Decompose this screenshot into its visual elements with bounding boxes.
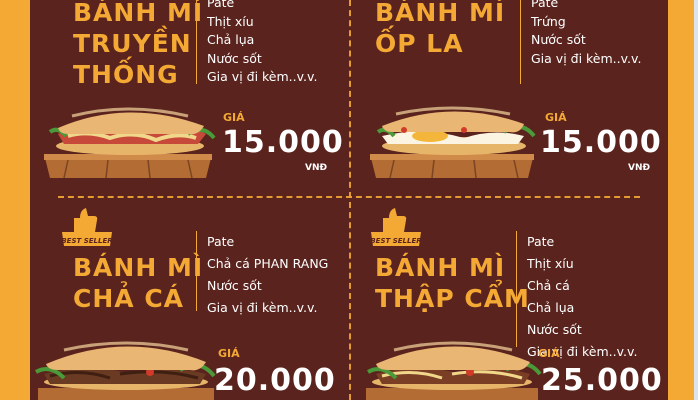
best-seller-badge: BEST SELLER xyxy=(370,208,422,246)
ingredient: Pate xyxy=(527,234,555,249)
ingredient: Chả lụa xyxy=(207,32,255,47)
ingredient: Thịt xíu xyxy=(527,256,574,271)
ingredient: Pate xyxy=(207,234,235,249)
ingredient: Trứng xyxy=(531,13,566,29)
ingredient: Pate xyxy=(207,0,235,10)
price-value: 15.000 xyxy=(222,125,344,160)
item-title-banh-mi-cha-ca: BÁNH MÌ CHẢ CÁ xyxy=(73,253,204,313)
price-value: 25.000 xyxy=(541,363,663,398)
price-label: GIÁ xyxy=(538,347,560,360)
ingredient: Thịt xíu xyxy=(207,13,254,29)
item-title-banh-mi-truyen-thong: BÁNH MÌ TRUYỀN THỐNG xyxy=(73,0,204,89)
price-value: 15.000 xyxy=(540,125,662,160)
ingredient: Nước sốt xyxy=(207,278,262,293)
ingredient: Nước sốt xyxy=(531,32,586,47)
ingredient: Pate xyxy=(531,0,559,10)
right-frame xyxy=(668,0,698,400)
ingredient: Chả cá xyxy=(527,278,570,293)
ingredient-list: Pate Thịt xíu Chả cá Chả lụa Nước sốt Gi… xyxy=(516,231,637,359)
sandwich-image xyxy=(35,341,216,400)
horizontal-divider xyxy=(58,196,640,198)
ingredient: Gia vị đi kèm..v.v. xyxy=(531,50,642,66)
currency-label: VNĐ xyxy=(628,163,651,173)
ingredient-list: Pate Thịt xíu Chả lụa Nước sốt Gia vị đi… xyxy=(196,0,317,84)
ingredient: Nước sốt xyxy=(207,50,262,66)
ingredient: Nước sốt xyxy=(527,322,582,337)
badge-label: BEST SELLER xyxy=(370,237,421,245)
price-label: GIÁ xyxy=(218,347,240,360)
vertical-divider xyxy=(349,0,351,400)
ingredient-list: Pate Chả cá PHAN RANG Nước sốt Gia vị đi… xyxy=(196,231,329,315)
ingredient-list: Pate Trứng Nước sốt Gia vị đi kèm..v.v. xyxy=(520,0,641,84)
sandwich-image xyxy=(370,106,536,179)
price-value: 20.000 xyxy=(214,363,336,398)
price-label: GIÁ xyxy=(545,111,567,124)
ingredient: Chả cá PHAN RANG xyxy=(207,256,329,271)
ingredient: Gia vị đi kèm..v.v. xyxy=(207,69,318,84)
item-title-banh-mi-op-la: BÁNH MÌ ỐP LA xyxy=(375,0,506,58)
currency-label: VNĐ xyxy=(305,163,328,173)
scroll-edge xyxy=(694,0,698,400)
sandwich-image xyxy=(44,107,216,179)
best-seller-badge: BEST SELLER xyxy=(61,208,113,246)
price-label: GIÁ xyxy=(223,111,245,124)
ingredient: Chả lụa xyxy=(527,300,575,315)
sandwich-image xyxy=(366,341,542,400)
badge-label: BEST SELLER xyxy=(61,237,112,245)
ingredient: Gia vị đi kèm..v.v. xyxy=(207,300,318,315)
item-title-banh-mi-thap-cam: BÁNH MÌ THẬP CẨM xyxy=(375,253,530,313)
